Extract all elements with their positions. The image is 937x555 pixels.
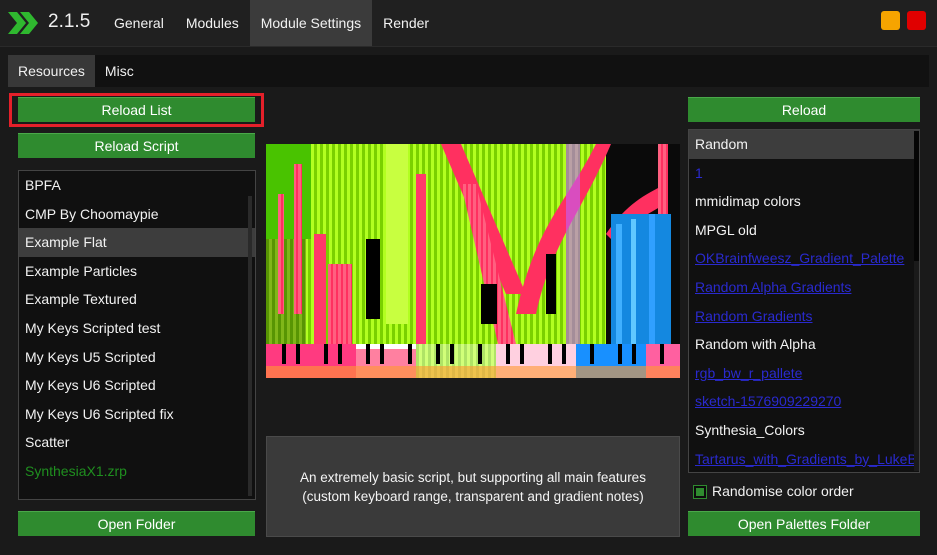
- list-item[interactable]: Random Alpha Gradients: [689, 273, 919, 302]
- script-list-scrollbar[interactable]: [248, 196, 252, 496]
- palette-list-scrollbar[interactable]: [914, 131, 919, 471]
- list-item[interactable]: MPGL old: [689, 216, 919, 245]
- script-description: An extremely basic script, but supportin…: [266, 436, 680, 537]
- preview-graphic: [266, 144, 680, 378]
- list-item[interactable]: My Keys U6 Scripted: [19, 371, 255, 400]
- list-item[interactable]: 1: [689, 159, 919, 188]
- script-list[interactable]: BPFA CMP By Choomaypie Example Flat Exam…: [18, 170, 256, 500]
- app-logo-icon: [8, 12, 38, 34]
- app-version: 2.1.5: [48, 11, 91, 32]
- list-item[interactable]: Scatter: [19, 428, 255, 457]
- close-button[interactable]: [907, 11, 926, 30]
- list-item[interactable]: Example Particles: [19, 257, 255, 286]
- tab-misc[interactable]: Misc: [95, 55, 144, 87]
- list-item[interactable]: BPFA: [19, 171, 255, 200]
- menu-render[interactable]: Render: [372, 0, 440, 46]
- list-item[interactable]: Random Gradients: [689, 302, 919, 331]
- sub-tabs: Resources Misc: [8, 55, 929, 87]
- list-item[interactable]: Example Flat: [19, 228, 255, 257]
- list-item[interactable]: SynthesiaX1.zrp: [19, 457, 255, 486]
- list-item[interactable]: Random with Alpha: [689, 330, 919, 359]
- script-preview-image: [266, 144, 680, 378]
- list-item[interactable]: CMP By Choomaypie: [19, 200, 255, 229]
- description-line-2: (custom keyboard range, transparent and …: [302, 488, 644, 504]
- menu-modules[interactable]: Modules: [175, 0, 250, 46]
- tab-resources[interactable]: Resources: [8, 55, 95, 87]
- list-item[interactable]: My Keys U5 Scripted: [19, 343, 255, 372]
- reload-palettes-button[interactable]: Reload: [688, 97, 920, 122]
- title-bar: 2.1.5 General Modules Module Settings Re…: [0, 0, 937, 47]
- list-item[interactable]: Tartarus_with_Gradients_by_LukeBee: [689, 445, 919, 472]
- list-item[interactable]: Random: [689, 130, 919, 159]
- open-palettes-folder-button[interactable]: Open Palettes Folder: [688, 511, 920, 536]
- open-folder-button[interactable]: Open Folder: [18, 511, 255, 536]
- minimize-button[interactable]: [881, 11, 900, 30]
- menu-general[interactable]: General: [103, 0, 175, 46]
- list-item[interactable]: My Keys U6 Scripted fix: [19, 400, 255, 429]
- description-line-1: An extremely basic script, but supportin…: [300, 469, 646, 485]
- list-item[interactable]: My Keys Scripted test: [19, 314, 255, 343]
- randomise-label: Randomise color order: [712, 483, 854, 499]
- list-item[interactable]: sketch-1576909229270: [689, 387, 919, 416]
- reload-script-button[interactable]: Reload Script: [18, 133, 255, 158]
- reload-list-highlight: [9, 93, 264, 127]
- list-item[interactable]: mmidimap colors: [689, 187, 919, 216]
- main-menu: General Modules Module Settings Render: [103, 0, 440, 46]
- list-item[interactable]: OKBrainfweesz_Gradient_Palette: [689, 244, 919, 273]
- list-item[interactable]: Synthesia_Colors: [689, 416, 919, 445]
- list-item[interactable]: Example Textured: [19, 285, 255, 314]
- list-item[interactable]: rgb_bw_r_pallete: [689, 359, 919, 388]
- menu-module-settings[interactable]: Module Settings: [249, 0, 373, 46]
- randomise-checkbox[interactable]: [693, 485, 707, 499]
- palette-list[interactable]: Random 1 mmidimap colors MPGL old OKBrai…: [688, 129, 920, 473]
